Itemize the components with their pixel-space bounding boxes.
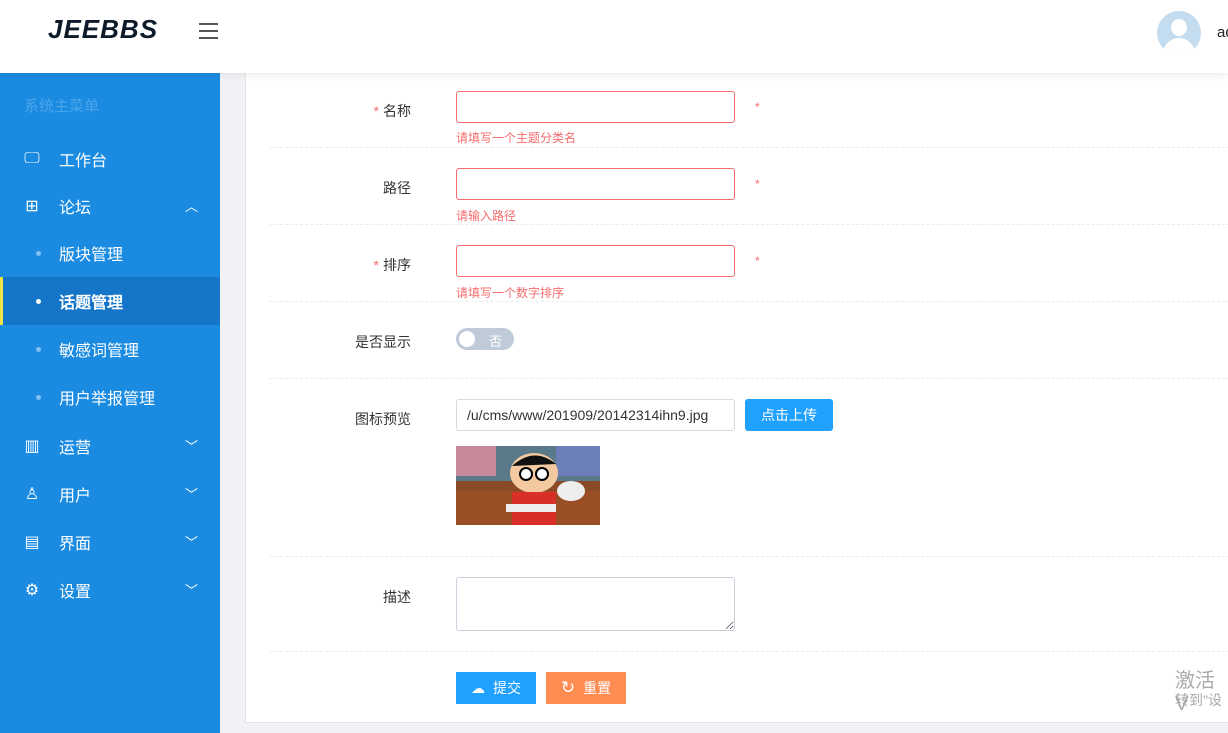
sidebar: 系统主菜单 🖵 工作台 ⊞ 论坛 ︿ 版块管理 话题管理 敏感词管理 用户举报管理 ▥… (0, 73, 220, 733)
logo[interactable]: JEEBBS (48, 14, 158, 45)
gear-icon: ⚙ (24, 582, 40, 599)
dot-icon (36, 394, 41, 400)
reset-label: 重置 (583, 680, 612, 696)
sidebar-item-ui[interactable]: ▤ 界面 ﹀ (0, 518, 220, 566)
chevron-up-icon: ︿ (184, 199, 198, 214)
icon-label: 图标预览 (355, 411, 411, 427)
sidebar-item-board[interactable]: 版块管理 (0, 229, 220, 277)
label: 版块管理 (59, 247, 124, 264)
order-error: 请填写一个数字排序 (456, 286, 565, 300)
monitor-icon: 🖵 (24, 150, 40, 167)
sidebar-item-operation[interactable]: ▥ 运营 ﹀ (0, 422, 220, 470)
chevron-down-icon: ﹀ (184, 487, 198, 502)
path-error: 请输入路径 (456, 209, 517, 223)
upload-button[interactable]: 点击上传 (745, 399, 833, 431)
dot-icon (36, 298, 41, 304)
dot-icon (36, 250, 41, 256)
label: 设置 (59, 584, 92, 601)
form-row-icon: 图标预览 /u/cms/www/201909/20142314ihn9.jpg … (270, 379, 1228, 557)
label-text: 名称 (383, 103, 411, 119)
user-icon: ♙ (24, 486, 40, 503)
icon-preview-image (456, 446, 600, 525)
username[interactable]: ad (1217, 24, 1228, 41)
path-label: 路径 (383, 180, 411, 196)
avatar[interactable] (1157, 11, 1201, 55)
form-row-name: * 名称 * 请填写一个主题分类名 (270, 73, 1228, 148)
refresh-icon: ↻ (560, 678, 576, 697)
path-input[interactable] (456, 168, 735, 200)
label: 话题管理 (59, 295, 124, 312)
show-toggle[interactable]: 否 (456, 328, 514, 350)
form-row-order: * 排序 * 请填写一个数字排序 (270, 225, 1228, 302)
label: 敏感词管理 (59, 343, 140, 360)
label: 界面 (59, 536, 92, 553)
sidebar-item-workbench[interactable]: 🖵 工作台 (0, 135, 220, 183)
chevron-down-icon: ﹀ (184, 439, 198, 454)
desc-label: 描述 (383, 589, 411, 605)
desc-textarea[interactable] (456, 577, 735, 631)
label: 用户 (59, 488, 92, 505)
name-input[interactable] (456, 91, 735, 123)
activation-watermark-sub: 转到"设 (1175, 692, 1222, 708)
chevron-down-icon: ﹀ (184, 583, 198, 598)
order-label: * 排序 (374, 255, 411, 275)
submit-label: 提交 (493, 680, 521, 696)
required-star: * (755, 254, 760, 268)
label: 运营 (59, 440, 92, 457)
layout-icon: ▤ (24, 534, 40, 551)
grid-icon: ⊞ (25, 198, 39, 215)
top-header: JEEBBS ad (0, 0, 1228, 73)
required-star: * (755, 177, 760, 191)
dot-icon (36, 346, 41, 352)
required-mark: * (373, 103, 379, 119)
cloud-upload-icon: ☁ (471, 679, 485, 696)
name-error: 请填写一个主题分类名 (456, 131, 577, 145)
label: 用户举报管理 (59, 391, 156, 408)
show-label: 是否显示 (355, 334, 411, 350)
reset-button[interactable]: ↻ 重置 (546, 672, 626, 704)
sidebar-item-forum[interactable]: ⊞ 论坛 ︿ (0, 182, 220, 230)
menu-title: 系统主菜单 (24, 98, 100, 115)
sidebar-item-topic[interactable]: 话题管理 (0, 277, 220, 325)
form-row-show: 是否显示 否 (270, 302, 1228, 379)
name-label: * 名称 (374, 101, 411, 121)
chevron-down-icon: ﹀ (184, 535, 198, 550)
order-input[interactable] (456, 245, 735, 277)
toggle-text: 否 (489, 334, 503, 349)
required-mark: * (373, 257, 379, 273)
icon-path-input[interactable]: /u/cms/www/201909/20142314ihn9.jpg (456, 399, 735, 431)
label: 论坛 (59, 200, 92, 217)
form-row-path: 路径 * 请输入路径 (270, 148, 1228, 225)
label: 工作台 (59, 153, 108, 170)
sidebar-item-sensitive[interactable]: 敏感词管理 (0, 325, 220, 373)
submit-button[interactable]: ☁ 提交 (456, 672, 536, 704)
sidebar-item-user[interactable]: ♙ 用户 ﹀ (0, 470, 220, 518)
sidebar-item-settings[interactable]: ⚙ 设置 ﹀ (0, 566, 220, 614)
form-row-desc: 描述 (270, 557, 1228, 652)
menu-toggle-icon[interactable] (199, 23, 218, 40)
required-star: * (755, 100, 760, 114)
label-text: 排序 (383, 257, 411, 273)
sidebar-item-report[interactable]: 用户举报管理 (0, 373, 220, 421)
bar-chart-icon: ▥ (24, 438, 40, 455)
